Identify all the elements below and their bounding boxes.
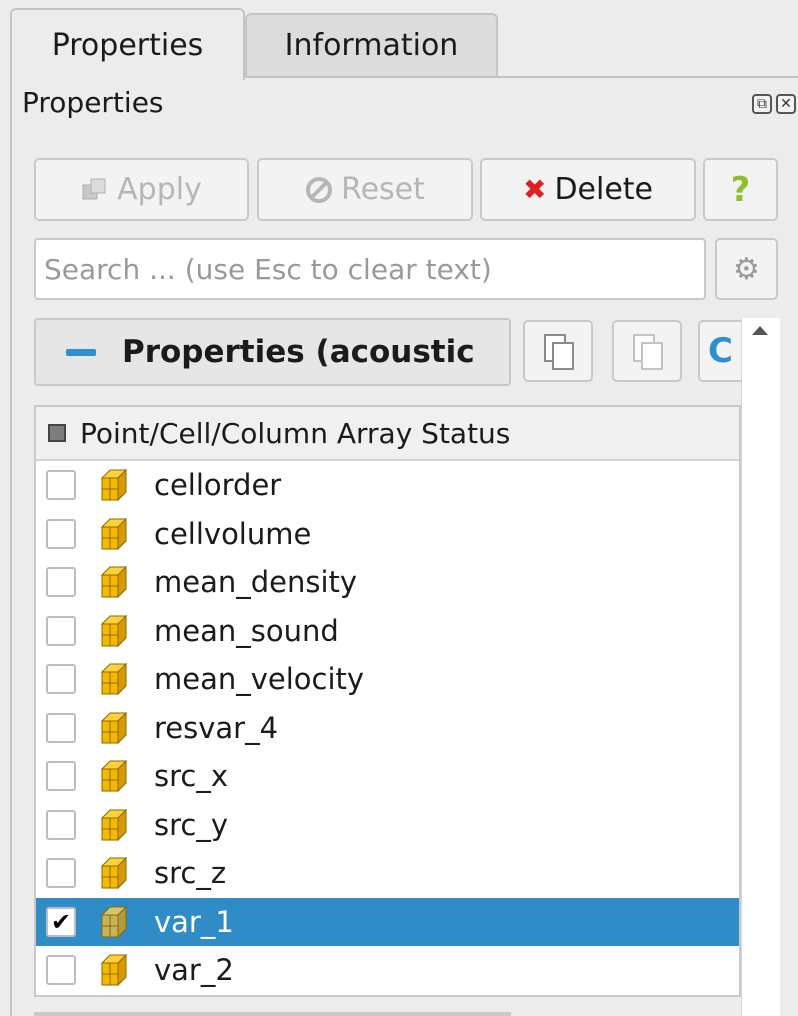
reload-icon: C [708,331,733,371]
array-checkbox[interactable] [46,712,76,743]
array-checkbox[interactable] [46,761,76,792]
column-header: Point/Cell/Column Array Status [80,416,511,450]
array-checkbox[interactable] [46,664,76,695]
table-header[interactable]: Point/Cell/Column Array Status [36,407,739,461]
table-row[interactable]: src_z [36,849,739,898]
search-input[interactable] [34,238,706,300]
array-checkbox[interactable] [46,955,76,986]
cell-array-icon [100,711,128,744]
collapse-icon [66,348,96,356]
reset-label: Reset [341,172,425,207]
array-status-table: Point/Cell/Column Array Status cellorder… [34,405,741,997]
array-name: src_z [154,856,227,891]
array-name: mean_density [154,565,358,600]
table-row[interactable]: src_y [36,801,739,850]
advanced-settings-button[interactable]: ⚙ [715,238,778,300]
table-body: cellorder cellvolume mean_density mean_soun… [36,461,739,995]
vertical-scrollbar[interactable] [741,318,780,1016]
table-row[interactable]: mean_velocity [36,655,739,704]
tab-information[interactable]: Information [245,13,498,76]
tab-properties[interactable]: Properties [10,8,245,80]
gear-icon: ⚙ [733,251,760,287]
cell-array-icon [100,566,128,599]
dock-controls: ⧉ ✕ [752,94,796,114]
panel-border [10,76,12,1016]
table-row[interactable]: mean_sound [36,607,739,656]
select-all-checkbox[interactable] [48,424,66,442]
cell-array-icon [100,663,128,696]
table-row[interactable]: cellorder [36,461,739,510]
array-name: mean_sound [154,613,339,648]
array-name: var_2 [154,953,234,988]
apply-icon [82,178,106,199]
delete-button[interactable]: ✖ Delete [480,158,696,221]
cell-array-icon [100,614,128,647]
array-checkbox[interactable]: ✔ [46,906,76,937]
array-checkbox[interactable] [46,567,76,598]
apply-button[interactable]: Apply [34,158,249,221]
copy-button[interactable] [523,320,593,382]
cell-array-icon [100,517,128,550]
delete-icon: ✖ [522,173,547,206]
help-button[interactable]: ? [703,158,778,221]
array-checkbox[interactable] [46,858,76,889]
array-name: src_y [154,807,229,842]
table-row[interactable]: resvar_4 [36,704,739,753]
array-name: cellvolume [154,516,312,551]
array-checkbox[interactable] [46,615,76,646]
array-checkbox[interactable] [46,518,76,549]
array-name: mean_velocity [154,662,365,697]
copy-icon [544,334,574,370]
tab-label: Information [284,28,459,63]
apply-label: Apply [117,172,202,207]
delete-label: Delete [554,172,654,207]
array-checkbox[interactable] [46,470,76,501]
scroll-up-icon[interactable] [752,326,768,335]
reset-icon [306,176,333,203]
table-row[interactable]: ✔ var_1 [36,897,739,946]
reset-button[interactable]: Reset [257,158,473,221]
array-checkbox[interactable] [46,809,76,840]
cell-array-icon [100,954,128,987]
table-row[interactable]: mean_density [36,558,739,607]
paste-icon [633,334,663,370]
table-row[interactable]: cellvolume [36,510,739,559]
cell-array-icon [100,469,128,502]
array-name: src_x [154,759,229,794]
help-icon: ? [730,169,751,210]
table-row[interactable]: var_2 [36,946,739,995]
cell-array-icon [100,857,128,890]
bottom-edge [34,1012,511,1016]
array-name: cellorder [154,468,282,503]
array-name: resvar_4 [154,710,279,745]
properties-section-header[interactable]: Properties (acoustic [34,318,511,386]
float-icon[interactable]: ⧉ [752,94,772,114]
tab-bar: Properties Information [0,0,798,80]
section-title: Properties (acoustic [122,334,475,370]
tab-label: Properties [51,27,204,63]
close-icon[interactable]: ✕ [776,94,796,114]
cell-array-icon [100,760,128,793]
cell-array-icon [100,905,128,938]
table-row[interactable]: src_x [36,752,739,801]
dock-title: Properties [22,86,164,119]
paste-button[interactable] [612,320,682,382]
cell-array-icon [100,808,128,841]
array-name: var_1 [154,904,234,939]
